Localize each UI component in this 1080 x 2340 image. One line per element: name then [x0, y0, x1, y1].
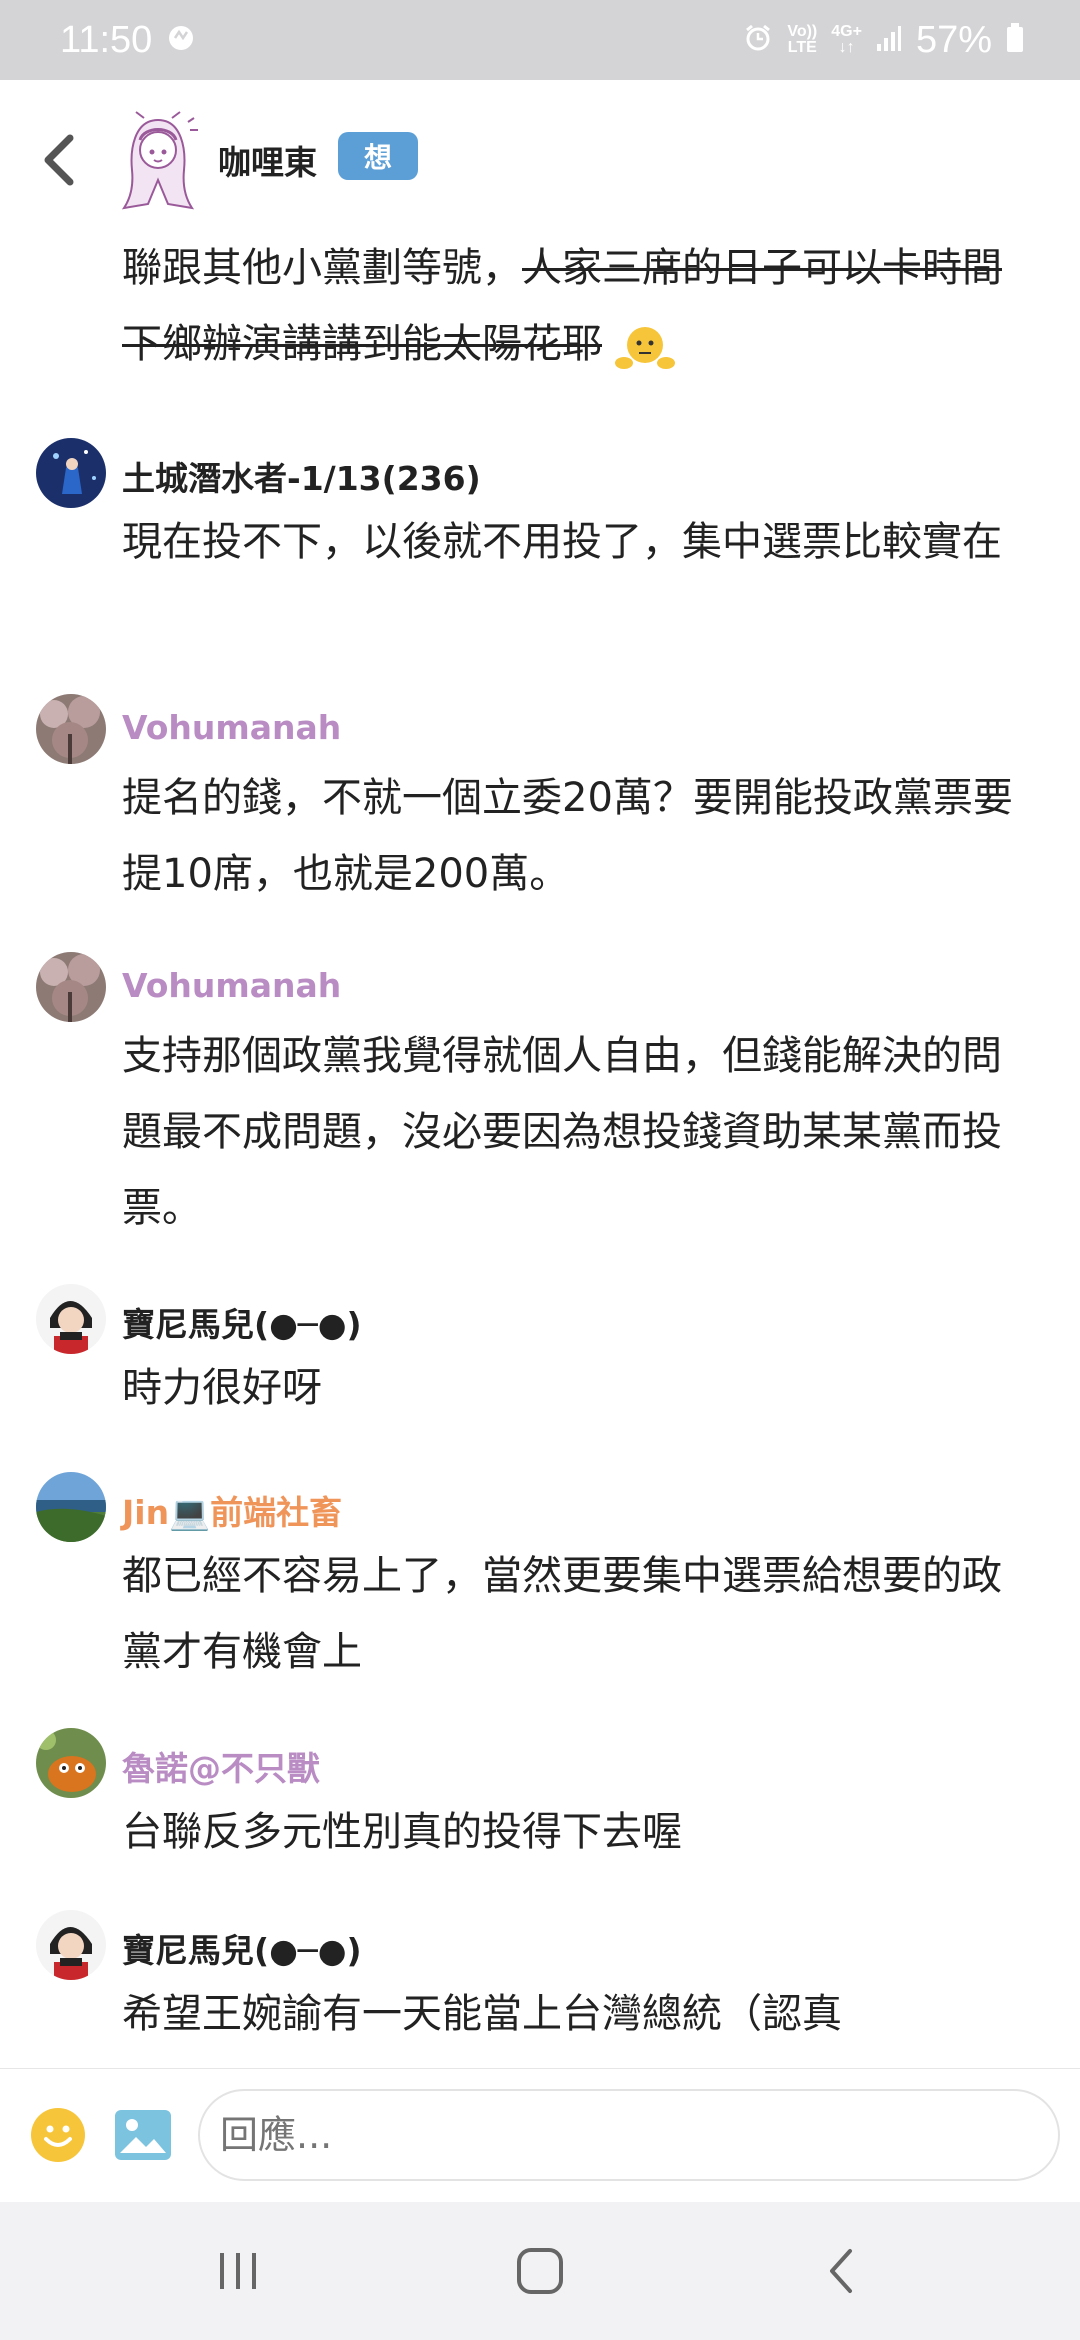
commenter-avatar[interactable] — [36, 1728, 106, 1798]
commenter-avatar[interactable] — [36, 1472, 106, 1542]
network-text: 4G+ — [831, 23, 862, 40]
commenter-avatar[interactable] — [36, 438, 106, 508]
sweating-face-emoji-icon — [615, 327, 675, 369]
comment-text: 現在投不下，以後就不用投了，集中選票比較實在 — [122, 519, 1002, 565]
op-username[interactable]: 咖哩東 — [218, 136, 317, 184]
home-icon — [517, 2248, 563, 2294]
commenter-avatar[interactable] — [36, 1284, 106, 1354]
nav-back-icon — [830, 2249, 852, 2293]
commenter-name[interactable]: Vohumanah — [122, 708, 341, 747]
commenter-name[interactable]: 土城潛水者-1/13(236) — [122, 452, 481, 500]
signal-icon — [876, 24, 902, 57]
data-arrows-icon: ↓↑ — [838, 39, 855, 56]
system-nav-bar — [0, 2202, 1080, 2340]
comment-text: 提名的錢，不就一個立委20萬？要開能投政黨票要提10席，也就是200萬。 — [122, 775, 1013, 897]
messenger-status-icon — [166, 23, 196, 58]
battery-text: 57% — [915, 18, 992, 61]
volte-bottom-text: LTE — [787, 39, 817, 56]
op-post-text: 聯跟其他小黨劃等號，人家三席的日子可以卡時間下鄉辦演講講到能太陽花耶 — [122, 230, 1022, 382]
comment-text: 台聯反多元性別真的投得下去喔 — [122, 1809, 682, 1855]
status-time: 11:50 — [60, 18, 153, 61]
recent-apps-icon — [220, 2253, 256, 2289]
network-indicator: 4G+ ↓↑ — [831, 24, 862, 56]
image-icon — [115, 2110, 171, 2160]
chevron-left-icon — [44, 134, 74, 186]
volte-indicator: Vo)) LTE — [787, 24, 817, 56]
commenter-name[interactable]: 寶尼馬兒(●─●) — [122, 1298, 362, 1346]
comment-text: 都已經不容易上了，當然更要集中選票給想要的政黨才有機會上 — [122, 1553, 1002, 1675]
alarm-icon — [743, 23, 773, 58]
reply-input[interactable] — [198, 2089, 1060, 2181]
status-bar: 11:50 Vo)) LTE 4G+ ↓↑ 57% — [0, 0, 1080, 80]
battery-icon — [1006, 22, 1024, 58]
image-button[interactable] — [114, 2109, 172, 2161]
commenter-name[interactable]: 魯諾@不只獸 — [122, 1742, 320, 1790]
back-button[interactable] — [30, 124, 86, 194]
commenter-avatar[interactable] — [36, 952, 106, 1022]
comment-text: 時力很好呀 — [122, 1365, 322, 1411]
op-status-badge: 想 — [338, 132, 418, 180]
emoji-button[interactable] — [30, 2107, 86, 2163]
volte-top-text: Vo)) — [787, 23, 818, 40]
thread-header: 咖哩東 想 — [0, 80, 1080, 220]
smile-icon — [31, 2108, 85, 2162]
home-button[interactable] — [450, 2202, 630, 2340]
commenter-avatar[interactable] — [36, 694, 106, 764]
recent-apps-button[interactable] — [148, 2202, 328, 2340]
comment-text: 希望王婉諭有一天能當上台灣總統（認真 — [122, 1991, 842, 2037]
comment-text: 支持那個政黨我覺得就個人自由，但錢能解決的問題最不成問題，沒必要因為想投錢資助某… — [122, 1033, 1002, 1231]
commenter-name[interactable]: 寶尼馬兒(●─●) — [122, 1924, 362, 1972]
op-avatar[interactable] — [114, 110, 202, 210]
status-left: 11:50 — [60, 19, 196, 62]
commenter-name[interactable]: Vohumanah — [122, 966, 341, 1005]
reply-bar — [0, 2068, 1080, 2203]
status-right: Vo)) LTE 4G+ ↓↑ 57% — [743, 19, 1024, 62]
commenter-avatar[interactable] — [36, 1910, 106, 1980]
nav-back-button[interactable] — [752, 2202, 932, 2340]
op-post-plain-text: 聯跟其他小黨劃等號， — [122, 245, 522, 291]
commenter-name[interactable]: Jin💻前端社畜 — [122, 1486, 342, 1534]
